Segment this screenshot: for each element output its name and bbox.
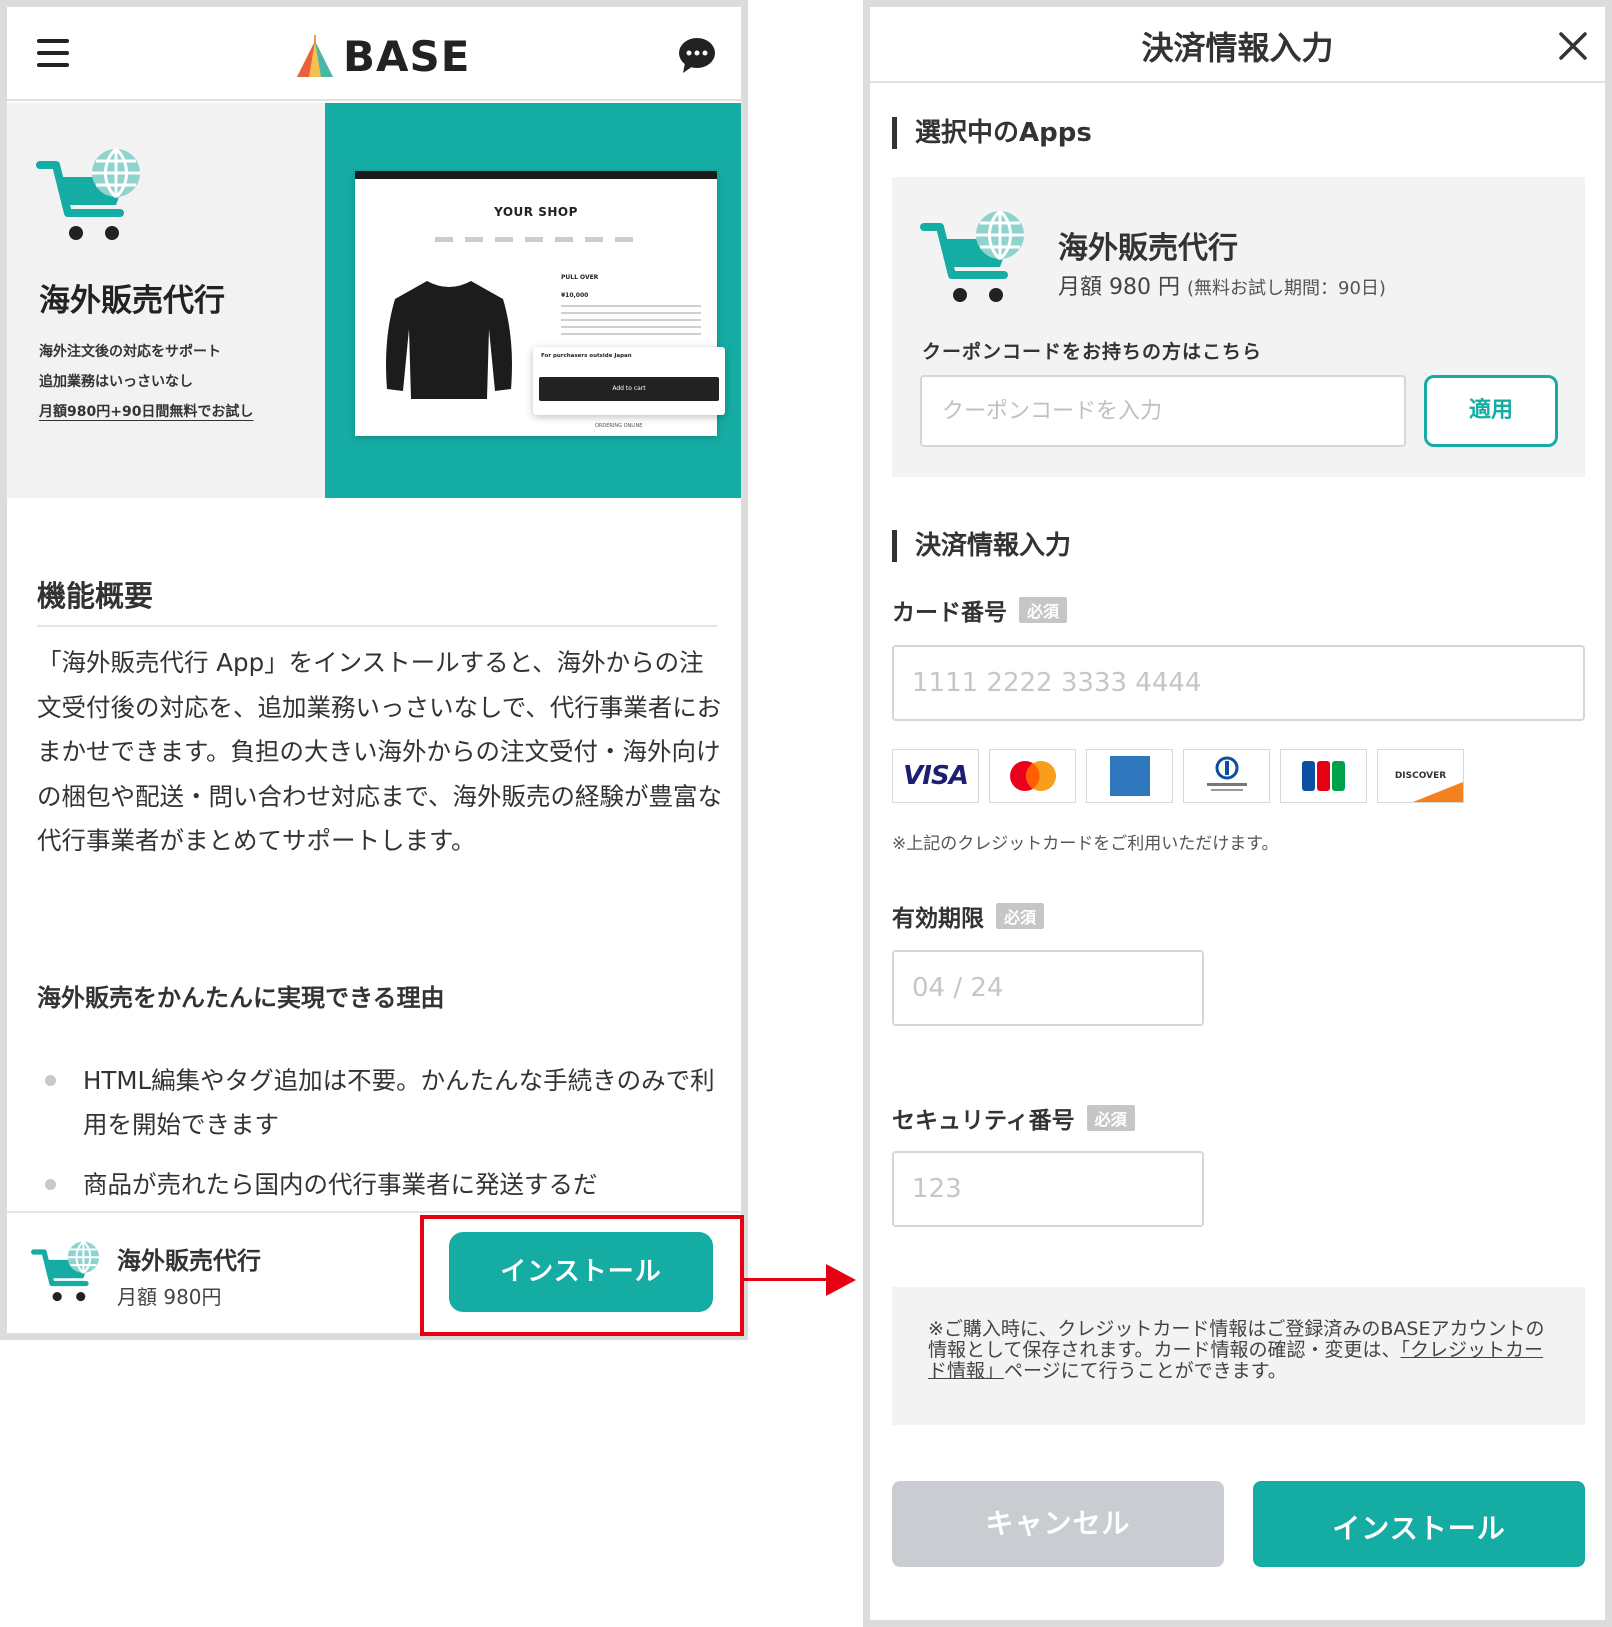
- payment-heading: 決済情報入力: [892, 530, 1071, 562]
- sweater-image: [386, 281, 512, 399]
- add-to-cart-button: Add to cart: [539, 377, 719, 401]
- list-item: HTML編集やタグ追加は不要。かんたんな手続きのみで利用を開始できます: [37, 1059, 727, 1147]
- card-note: ※上記のクレジットカードをご利用いただけます。: [892, 834, 1279, 854]
- app-price-value: 月額 980 円: [1058, 275, 1180, 300]
- required-badge: 必須: [1086, 1105, 1135, 1131]
- bottom-app-price: 月額 980円: [117, 1285, 222, 1309]
- selected-apps-heading: 選択中のApps: [892, 117, 1092, 149]
- selected-app-card: 海外販売代行 月額 980 円 (無料お試し期間：90日) クーポンコードをお持…: [892, 177, 1585, 477]
- notice-text-after: ページにて行うことができます。: [1004, 1360, 1287, 1382]
- logo-text: BASE: [343, 31, 471, 81]
- payment-modal: 決済情報入力 選択中のApps 海外販売代行 月額 980 円 (無料お試し期間…: [863, 0, 1612, 1627]
- reasons-list: HTML編集やタグ追加は不要。かんたんな手続きのみで利用を開始できます 商品が売…: [37, 1059, 727, 1223]
- overseas-purchase-box: For purchasers outside Japan Add to cart: [533, 347, 725, 415]
- required-badge: 必須: [996, 903, 1045, 929]
- install-highlight: [420, 1215, 744, 1336]
- overseas-label: For purchasers outside Japan: [541, 353, 632, 359]
- visa-logo: VISA: [892, 749, 979, 803]
- mastercard-logo: [989, 749, 1076, 803]
- amex-icon: [1109, 756, 1150, 796]
- chat-icon[interactable]: [677, 35, 717, 75]
- reasons-title: 海外販売をかんたんに実現できる理由: [37, 984, 445, 1012]
- cancel-button[interactable]: キャンセル: [892, 1481, 1224, 1567]
- security-code-input[interactable]: [892, 1151, 1204, 1227]
- app-description: 「海外販売代行 App」をインストールすると、海外からの注文受付後の対応を、追加…: [37, 648, 723, 855]
- shop-nav: [435, 237, 645, 242]
- coupon-label: クーポンコードをお持ちの方はこちら: [922, 341, 1263, 363]
- modal-header: 決済情報入力: [870, 7, 1605, 83]
- discover-swoosh: [1413, 782, 1463, 802]
- cart-globe-icon: [31, 1239, 103, 1307]
- mastercard-icon: [1009, 761, 1056, 791]
- shop-product-price: ¥10,000: [561, 292, 589, 299]
- amex-logo: [1086, 749, 1173, 803]
- menu-icon[interactable]: [37, 39, 69, 67]
- app-header: BASE: [7, 7, 741, 101]
- discover-text: DISCOVER: [1394, 771, 1447, 781]
- app-detail-screen: BASE 海外販売代行 海外注文後の対応をサポート 追加業務はいっさいなし 月額…: [0, 0, 748, 1340]
- hero-feature: 海外注文後の対応をサポート: [39, 344, 221, 360]
- apply-coupon-button[interactable]: 適用: [1424, 375, 1558, 447]
- coupon-input[interactable]: [920, 375, 1406, 447]
- jcb-icon: [1302, 761, 1345, 791]
- base-logo[interactable]: BASE: [295, 31, 470, 81]
- card-number-label: カード番号 必須: [892, 593, 1068, 627]
- modal-install-button[interactable]: インストール: [1253, 1481, 1585, 1567]
- close-icon[interactable]: [1558, 31, 1588, 61]
- required-badge: 必須: [1019, 597, 1068, 623]
- security-code-label-text: セキュリティ番号: [892, 1108, 1075, 1134]
- hero-feature: 月額980円+90日間無料でお試し: [39, 404, 254, 420]
- shop-product-info: PULL OVER ¥10,000: [561, 269, 598, 305]
- divider: [37, 625, 717, 627]
- shop-product-description: [561, 305, 701, 335]
- hero-feature: 追加業務はいっさいなし: [39, 374, 193, 390]
- hero-banner: 海外販売代行 海外注文後の対応をサポート 追加業務はいっさいなし 月額980円+…: [7, 103, 741, 498]
- flow-arrow-head: [826, 1264, 856, 1296]
- shop-preview: YOUR SHOP PULL OVER ¥10,000 For purchase…: [355, 171, 725, 436]
- visa-text: VISA: [903, 761, 969, 791]
- security-code-label: セキュリティ番号 必須: [892, 1101, 1135, 1135]
- discover-logo: DISCOVER: [1377, 749, 1464, 803]
- diners-icon: [1206, 756, 1247, 791]
- list-item: 商品が売れたら国内の代行事業者に発送するだ: [37, 1163, 727, 1207]
- trial-period: (無料お試し期間：90日): [1186, 278, 1386, 299]
- notice-text: ※ご購入時に、クレジットカード情報はご登録済みのBASEアカウントの情報として保…: [928, 1319, 1548, 1382]
- hero-features: 海外注文後の対応をサポート 追加業務はいっさいなし 月額980円+90日間無料で…: [39, 337, 253, 427]
- hero-title: 海外販売代行: [39, 283, 225, 319]
- section-title: 機能概要: [37, 579, 154, 613]
- bottom-app-name: 海外販売代行: [117, 1247, 261, 1275]
- flow-arrow: [744, 1278, 828, 1281]
- expiry-label-text: 有効期限: [892, 906, 984, 932]
- shop-footer-text: ORDERING ONLINE: [595, 423, 643, 429]
- shop-title: YOUR SHOP: [494, 205, 578, 219]
- card-brands: VISA DISCOVER: [892, 749, 1464, 803]
- cart-globe-icon: [35, 147, 147, 247]
- diners-logo: [1183, 749, 1270, 803]
- shop-product-name: PULL OVER: [561, 274, 599, 281]
- expiry-label: 有効期限 必須: [892, 899, 1045, 933]
- expiry-input[interactable]: [892, 950, 1204, 1026]
- app-name: 海外販売代行: [1058, 231, 1238, 266]
- card-number-input[interactable]: [892, 645, 1585, 721]
- modal-title: 決済情報入力: [1141, 29, 1334, 67]
- app-price: 月額 980 円 (無料お試し期間：90日): [1058, 269, 1386, 301]
- card-info-notice: ※ご購入時に、クレジットカード情報はご登録済みのBASEアカウントの情報として保…: [892, 1287, 1585, 1425]
- tent-logo-icon: [297, 35, 333, 77]
- card-number-label-text: カード番号: [892, 600, 1007, 626]
- jcb-logo: [1280, 749, 1367, 803]
- cart-globe-icon: [920, 209, 1030, 309]
